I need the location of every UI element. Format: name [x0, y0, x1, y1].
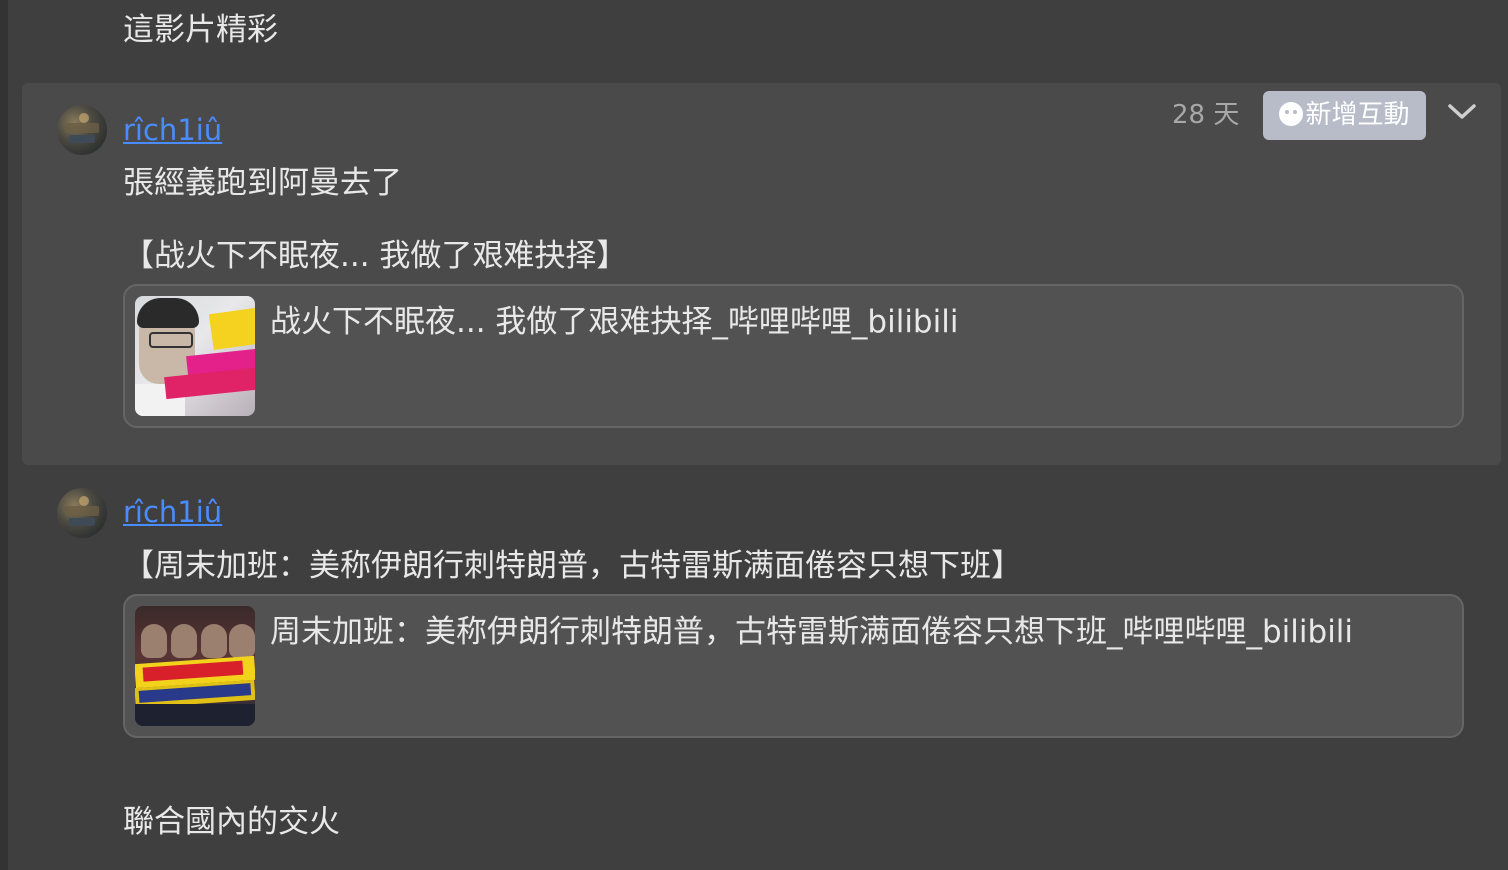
chevron-down-icon[interactable] — [1446, 96, 1478, 128]
message-text: 聯合國內的交火 — [123, 804, 340, 840]
share-title: 【周末加班：美称伊朗行刺特朗普，古特雷斯满面倦容只想下班】 — [123, 548, 1022, 584]
message-text: 這影片精彩 — [123, 12, 278, 48]
username-link[interactable]: rîch1iû — [123, 495, 222, 529]
username-link[interactable]: rîch1iû — [123, 113, 222, 147]
share-title: 【战火下不眠夜... 我做了艰难抉择】 — [123, 238, 628, 274]
embed-title: 周末加班：美称伊朗行刺特朗普，古特雷斯满面倦容只想下班_哔哩哔哩_bilibil… — [270, 614, 1354, 650]
smiley-add-icon — [1279, 102, 1304, 126]
add-reaction-label: 新增互動 — [1305, 100, 1410, 130]
avatar[interactable] — [57, 105, 107, 155]
left-edge — [0, 0, 8, 870]
add-reaction-button[interactable]: 新增互動 — [1263, 91, 1426, 140]
link-embed-card[interactable]: 战火下不眠夜... 我做了艰难抉择_哔哩哔哩_bilibili — [123, 284, 1464, 428]
timestamp: 28 天 — [1172, 100, 1240, 130]
embed-thumbnail — [135, 296, 255, 416]
link-embed-card[interactable]: 周末加班：美称伊朗行刺特朗普，古特雷斯满面倦容只想下班_哔哩哔哩_bilibil… — [123, 594, 1464, 738]
embed-thumbnail — [135, 606, 255, 726]
embed-title: 战火下不眠夜... 我做了艰难抉择_哔哩哔哩_bilibili — [270, 304, 959, 340]
message-text: 張經義跑到阿曼去了 — [123, 165, 402, 201]
avatar[interactable] — [57, 488, 107, 538]
